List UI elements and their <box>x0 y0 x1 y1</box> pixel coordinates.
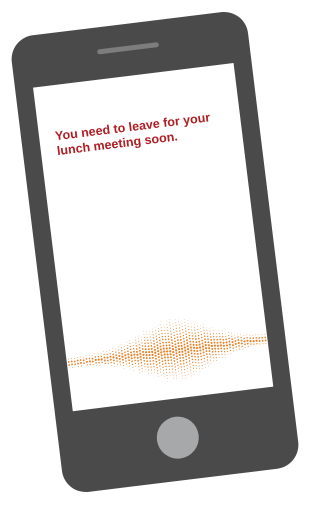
phone-screen: You need to leave for your lunch meeting… <box>33 63 274 412</box>
home-button[interactable] <box>154 414 202 462</box>
smartphone: You need to leave for your lunch meeting… <box>8 9 302 495</box>
audio-waveform-icon <box>67 318 267 382</box>
earpiece-speaker <box>96 42 160 55</box>
notification-message: You need to leave for your lunch meeting… <box>54 110 211 159</box>
